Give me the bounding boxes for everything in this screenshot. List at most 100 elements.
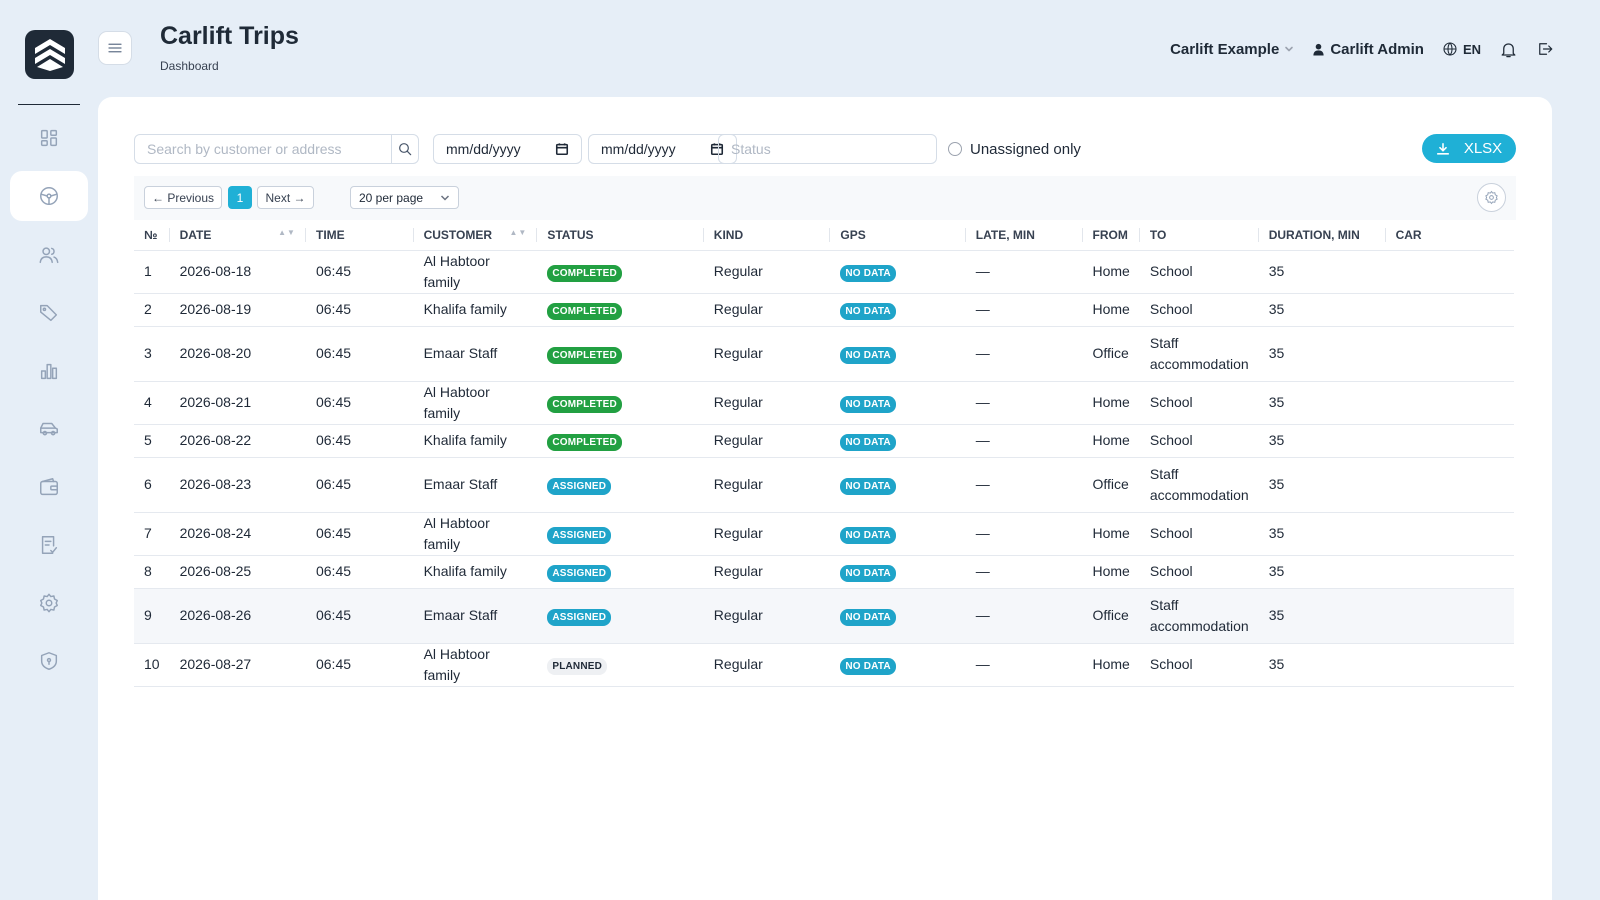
sort-arrows-icon[interactable]: ▲▼ [509, 228, 527, 237]
cell-to: School [1139, 512, 1259, 556]
cell-customer[interactable]: Khalifa family [413, 424, 538, 458]
company-name: Carlift Example [1170, 40, 1280, 58]
cell-status: PLANNED [537, 643, 704, 687]
cell-customer[interactable]: Emaar Staff [413, 326, 538, 382]
cell-date[interactable]: 2026-08-19 [169, 293, 306, 327]
cell-customer[interactable]: Al Habtoor family [413, 512, 538, 556]
user-menu[interactable]: Carlift Admin [1312, 41, 1424, 58]
gps-badge: NO DATA [840, 658, 896, 675]
gps-badge: NO DATA [840, 265, 896, 282]
cell-car [1385, 643, 1514, 687]
sidebar-item-dashboard[interactable] [10, 113, 88, 163]
cell-customer[interactable]: Khalifa family [413, 293, 538, 327]
cell-number: 4 [134, 381, 170, 425]
cell-kind: Regular [703, 457, 831, 513]
menu-toggle-button[interactable] [98, 31, 132, 65]
sidebar-item-settings[interactable] [10, 578, 88, 628]
breadcrumb[interactable]: Dashboard [160, 59, 219, 73]
next-page-button[interactable]: Next → [257, 186, 314, 209]
cell-customer[interactable]: Emaar Staff [413, 457, 538, 513]
sort-arrows-icon[interactable]: ▲▼ [278, 228, 296, 237]
table-row[interactable]: 2 2026-08-19 06:45 Khalifa family COMPLETED R… [134, 293, 1514, 327]
status-badge: ASSIGNED [547, 565, 612, 582]
cell-date[interactable]: 2026-08-21 [169, 381, 306, 425]
cell-number: 1 [134, 250, 170, 294]
per-page-select[interactable]: 20 per page [350, 186, 459, 209]
cell-date[interactable]: 2026-08-20 [169, 326, 306, 382]
sidebar-item-cars[interactable] [10, 404, 88, 454]
table-row[interactable]: 7 2026-08-24 06:45 Al Habtoor family ASSIGNE… [134, 512, 1514, 556]
cell-gps: NO DATA [830, 457, 966, 513]
gps-badge: NO DATA [840, 347, 896, 364]
cell-customer[interactable]: Al Habtoor family [413, 643, 538, 687]
cell-kind: Regular [703, 250, 831, 294]
table-row[interactable]: 9 2026-08-26 06:45 Emaar Staff ASSIGNED Regul… [134, 588, 1514, 644]
cell-date[interactable]: 2026-08-27 [169, 643, 306, 687]
cell-customer[interactable]: Al Habtoor family [413, 250, 538, 294]
tag-icon [40, 304, 58, 322]
previous-page-button[interactable]: ← Previous [144, 186, 222, 209]
cell-from: Office [1082, 326, 1140, 382]
sidebar-item-checklist[interactable] [10, 520, 88, 570]
sidebar-item-tags[interactable] [10, 288, 88, 338]
cell-time: 06:45 [305, 293, 414, 327]
language-selector[interactable]: EN [1442, 41, 1481, 57]
cell-number: 10 [134, 643, 170, 687]
calendar-icon[interactable] [555, 142, 569, 156]
column-header-late: LATE, MIN [965, 220, 1083, 251]
language-code: EN [1462, 41, 1481, 57]
table-row[interactable]: 3 2026-08-20 06:45 Emaar Staff COMPLETED Regu… [134, 326, 1514, 382]
cell-duration: 35 [1258, 512, 1386, 556]
cell-date[interactable]: 2026-08-18 [169, 250, 306, 294]
app-logo[interactable] [25, 30, 74, 79]
cell-date[interactable]: 2026-08-22 [169, 424, 306, 458]
status-badge: COMPLETED [547, 303, 622, 320]
cell-date[interactable]: 2026-08-23 [169, 457, 306, 513]
per-page-value: 20 per page [359, 190, 424, 205]
date-to-field[interactable]: mm/dd/yyyy [588, 134, 737, 164]
cell-duration: 35 [1258, 381, 1386, 425]
sidebar-item-trips[interactable] [10, 171, 88, 221]
cell-date[interactable]: 2026-08-25 [169, 555, 306, 589]
cell-gps: NO DATA [830, 555, 966, 589]
unassigned-radio[interactable] [948, 142, 962, 156]
table-row[interactable]: 6 2026-08-23 06:45 Emaar Staff ASSIGNED Regul… [134, 457, 1514, 513]
status-badge: ASSIGNED [547, 527, 612, 544]
cell-date[interactable]: 2026-08-24 [169, 512, 306, 556]
sidebar-item-reports[interactable] [10, 346, 88, 396]
column-header-date[interactable]: DATE ▲▼ [169, 220, 306, 251]
cell-customer[interactable]: Khalifa family [413, 555, 538, 589]
table-row[interactable]: 5 2026-08-22 06:45 Khalifa family COMPLETED R… [134, 424, 1514, 458]
logout-button[interactable] [1536, 40, 1554, 58]
column-header-status: STATUS [537, 220, 704, 251]
sidebar-item-wallet[interactable] [10, 462, 88, 512]
search-input[interactable] [135, 135, 391, 163]
search-button[interactable] [391, 134, 419, 164]
table-row[interactable]: 1 2026-08-18 06:45 Al Habtoor family COMPLET… [134, 250, 1514, 294]
table-row[interactable]: 8 2026-08-25 06:45 Khalifa family ASSIGNED Re… [134, 555, 1514, 589]
cell-late: — [965, 588, 1083, 644]
table-settings-button[interactable] [1477, 183, 1506, 212]
export-xlsx-button[interactable]: XLSX [1422, 134, 1516, 163]
sidebar-item-users[interactable] [10, 230, 88, 280]
table-row[interactable]: 4 2026-08-21 06:45 Al Habtoor family COMPLET… [134, 381, 1514, 425]
notifications-button[interactable] [1499, 40, 1518, 59]
gps-badge: NO DATA [840, 396, 896, 413]
cell-customer[interactable]: Al Habtoor family [413, 381, 538, 425]
date-from-field[interactable]: mm/dd/yyyy [433, 134, 582, 164]
cell-time: 06:45 [305, 424, 414, 458]
sidebar-item-security[interactable] [10, 636, 88, 686]
unassigned-only-toggle[interactable]: Unassigned only [948, 134, 1081, 164]
cell-date[interactable]: 2026-08-26 [169, 588, 306, 644]
status-select[interactable]: Status [718, 134, 937, 164]
cell-gps: NO DATA [830, 512, 966, 556]
table-row[interactable]: 10 2026-08-27 06:45 Al Habtoor family PLANNE… [134, 643, 1514, 687]
current-page-button[interactable]: 1 [228, 186, 252, 209]
company-selector[interactable]: Carlift Example [1170, 41, 1294, 58]
cell-to: School [1139, 555, 1259, 589]
column-header-customer[interactable]: CUSTOMER ▲▼ [413, 220, 538, 251]
cell-to: School [1139, 381, 1259, 425]
cell-gps: NO DATA [830, 424, 966, 458]
cell-customer[interactable]: Emaar Staff [413, 588, 538, 644]
gps-badge: NO DATA [840, 478, 896, 495]
